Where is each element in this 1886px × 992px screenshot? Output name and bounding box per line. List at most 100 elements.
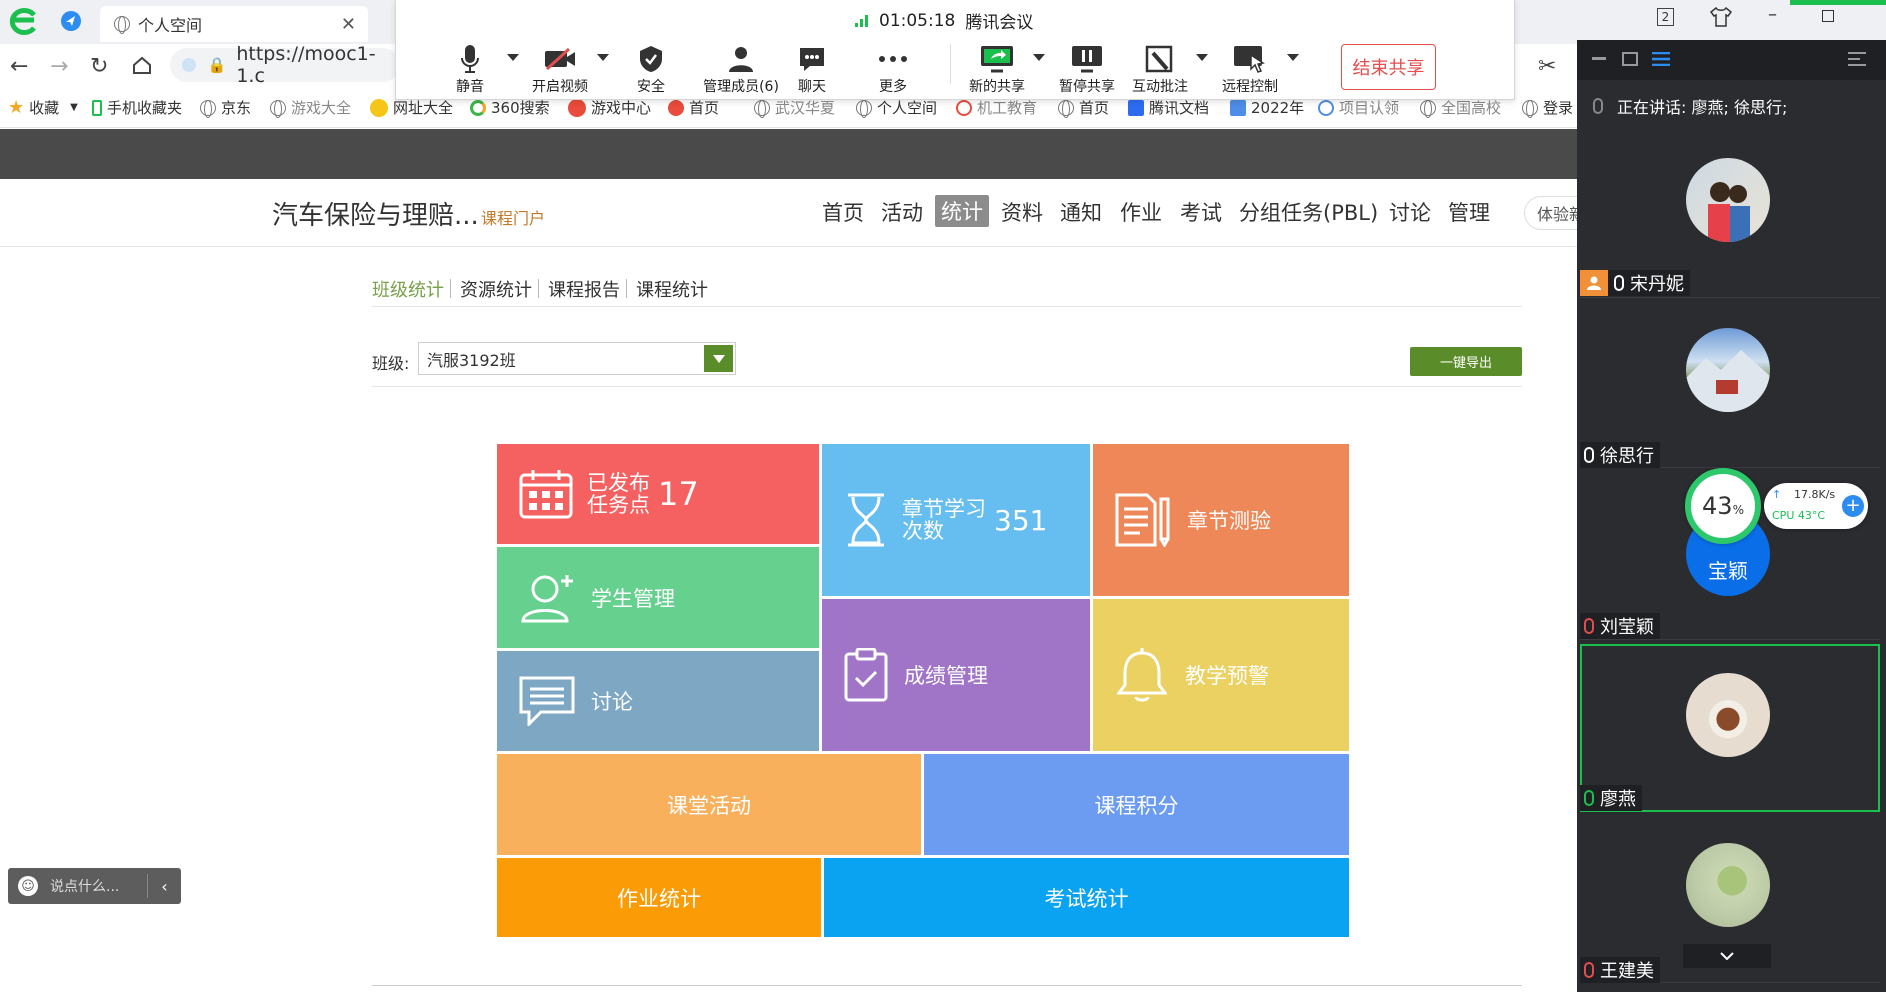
tile-course-points[interactable]: 课程积分 [924,754,1349,855]
chevron-down-icon: ▼ [70,102,78,113]
nav-statistics[interactable]: 统计 [935,195,989,227]
bookmark-personal[interactable]: 个人空间 [856,97,937,118]
bookmark-mobile[interactable]: 手机收藏夹 [92,97,182,118]
bookmark-jigong[interactable]: 机工教育 [956,97,1037,118]
star-icon: ★ [8,97,25,118]
tile-exam-stats[interactable]: 考试统计 [824,858,1349,937]
emoji-icon[interactable]: ☺ [18,876,38,896]
back-icon[interactable]: ← [10,54,28,79]
more-button[interactable]: 更多 [853,44,933,96]
remote-control-label: 远程控制 [1222,79,1278,95]
maximize-icon[interactable] [1822,10,1834,22]
dropdown-arrow-icon[interactable] [704,345,733,372]
pinned-tab-icon[interactable] [60,10,82,32]
pause-share-button[interactable]: 暂停共享 [1047,44,1127,96]
mic-icon [1593,98,1603,114]
class-select[interactable]: 汽服3192班 [418,342,736,375]
forward-icon[interactable]: → [50,54,68,79]
panel-collapse-icon[interactable] [1848,52,1866,66]
bookmark-universities[interactable]: 全国高校 [1420,97,1501,118]
shirt-icon[interactable] [1710,7,1732,27]
remote-options-caret[interactable] [1287,54,1299,61]
tab-close-icon[interactable]: ✕ [341,14,356,35]
subtab-course-report[interactable]: 课程报告 [548,276,620,302]
tile-grade-management[interactable]: 成绩管理 [822,599,1090,751]
home-icon[interactable] [132,55,152,75]
tab-personal-space[interactable]: 个人空间 ✕ [100,6,368,42]
site-icon [668,99,684,116]
subtab-course-stats[interactable]: 课程统计 [636,276,708,302]
subtab-class-stats[interactable]: 班级统计 [372,276,444,302]
tile-label: 课堂活动 [667,793,751,818]
globe-icon [1522,99,1538,118]
end-share-button[interactable]: 结束共享 [1341,44,1436,90]
bookmark-2022[interactable]: 2022年 [1230,97,1304,118]
bookmark-game-center[interactable]: 游戏中心 [568,97,651,118]
nav-materials[interactable]: 资料 [1001,197,1043,227]
bell-icon [1117,648,1167,702]
nav-homework[interactable]: 作业 [1120,197,1162,227]
subtab-resource-stats[interactable]: 资源统计 [460,276,532,302]
bookmark-urls[interactable]: 网址大全 [370,97,453,118]
tile-chapter-study[interactable]: 章节学习 次数 351 [822,444,1090,596]
panel-list-icon[interactable] [1652,52,1670,66]
cpu-temp: CPU 43°C [1772,509,1826,522]
bookmark-jd[interactable]: 京东 [200,97,251,118]
reload-icon[interactable]: ↻ [90,54,108,79]
minimize-icon[interactable]: – [1768,4,1777,25]
video-options-caret[interactable] [597,54,609,61]
nav-discussion[interactable]: 讨论 [1389,197,1431,227]
floating-chat-box[interactable]: ☺ 说点什么... ‹ [8,868,181,904]
tile-chapter-quiz[interactable]: 章节测验 [1093,444,1349,596]
bookmark-games[interactable]: 游戏大全 [270,97,351,118]
tile-published-tasks[interactable]: 已发布 任务点 17 [497,444,819,544]
mute-options-caret[interactable] [507,54,519,61]
scroll-down-button[interactable] [1683,944,1771,968]
nav-activity[interactable]: 活动 [881,197,923,227]
try-new-version-button[interactable]: 体验新 [1524,196,1584,230]
remote-control-button[interactable]: 远程控制 [1210,44,1290,96]
bookmark-home2[interactable]: 首页 [1058,97,1109,118]
bookmark-360search[interactable]: 360搜索 [470,97,550,118]
add-icon[interactable]: + [1842,495,1864,517]
tile-teaching-warning[interactable]: 教学预警 [1093,599,1349,751]
bookmark-label: 个人空间 [877,99,938,117]
address-input[interactable]: 🔒 https://mooc1-1.c [170,43,400,87]
nav-exams[interactable]: 考试 [1180,197,1222,227]
tile-discussion[interactable]: 讨论 [497,651,819,751]
nav-manage[interactable]: 管理 [1448,197,1490,227]
course-portal-link[interactable]: 课程门户 [481,205,545,229]
cpu-usage-ring[interactable]: 43% [1685,468,1761,544]
bookmark-favorites[interactable]: ★ 收藏 ▼ [8,97,78,118]
export-all-button[interactable]: 一键导出 [1410,347,1522,376]
annotate-label: 互动批注 [1132,79,1188,95]
share-options-caret[interactable] [1033,54,1045,61]
tile-student-management[interactable]: 学生管理 [497,547,819,648]
security-button[interactable]: 安全 [611,44,691,96]
bookmark-tencent-docs[interactable]: 腾讯文档 [1128,97,1209,118]
nav-notices[interactable]: 通知 [1060,197,1102,227]
chat-button[interactable]: 聊天 [772,44,852,96]
annotate-options-caret[interactable] [1196,54,1208,61]
tile-homework-stats[interactable]: 作业统计 [497,858,821,937]
more-label: 更多 [879,79,907,95]
class-label: 班级: [372,354,410,373]
start-video-button[interactable]: 开启视频 [520,44,600,96]
new-share-button[interactable]: 新的共享 [957,44,1037,96]
perf-widget[interactable]: 17.8K/s ↑ CPU 43°C + [1764,483,1868,529]
site-icon [1318,99,1334,116]
annotate-button[interactable]: 互动批注 [1120,44,1200,96]
mute-button[interactable]: 静音 [430,44,510,96]
bookmark-login[interactable]: 登录 [1522,97,1573,118]
bookmark-home[interactable]: 首页 [668,97,719,118]
bookmark-project[interactable]: 项目认领 [1318,97,1399,118]
panel-minimize-icon[interactable] [1592,57,1606,60]
collapse-chevron-icon[interactable]: ‹ [147,874,181,898]
cut-icon[interactable]: ✂ [1538,54,1556,79]
tab-count-badge[interactable]: 2 [1657,8,1674,26]
panel-window-icon[interactable] [1622,52,1638,66]
bookmark-wuhan[interactable]: 武汉华夏 [754,97,835,118]
nav-home[interactable]: 首页 [822,197,864,227]
nav-pbl[interactable]: 分组任务(PBL) [1239,197,1378,227]
tile-class-activity[interactable]: 课堂活动 [497,754,921,855]
